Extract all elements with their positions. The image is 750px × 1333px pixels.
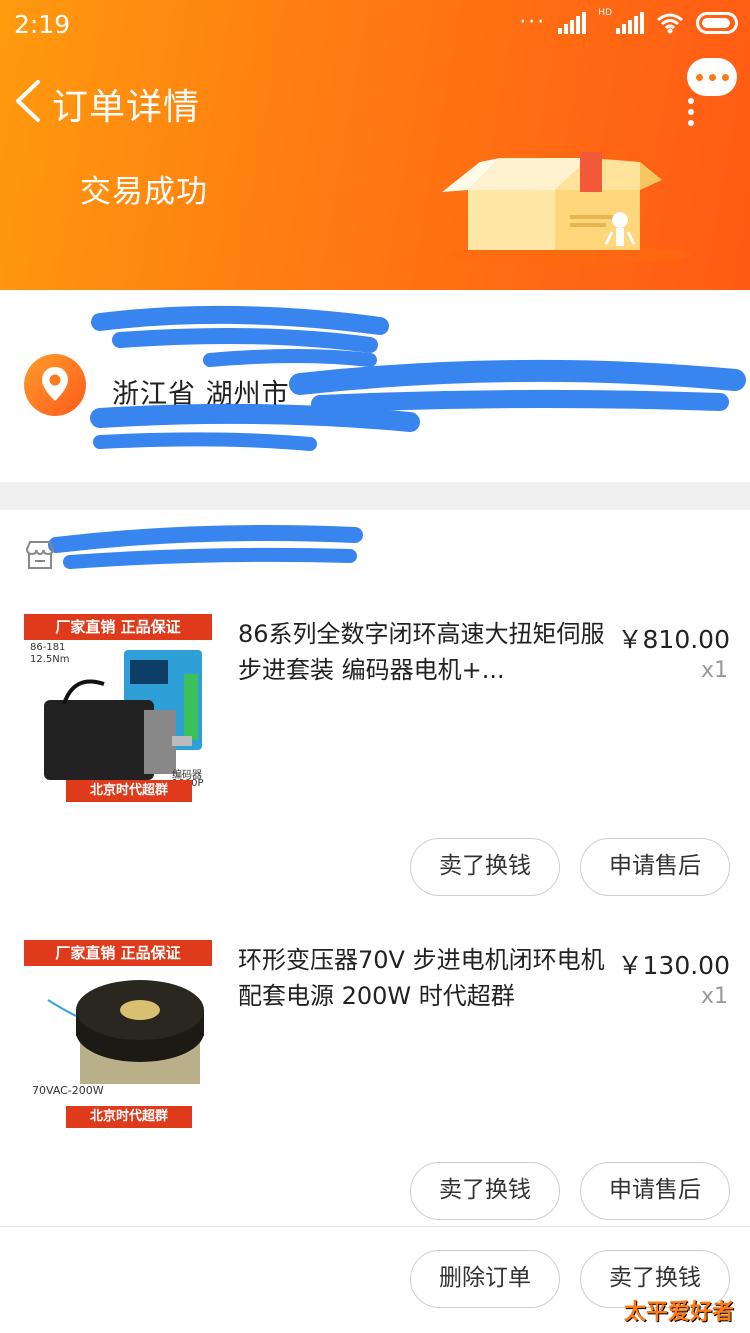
sell-button[interactable]: 卖了换钱 [410, 838, 560, 896]
transformer-picture [47, 980, 204, 1084]
image-banner: 厂家直销 正品保证 [24, 614, 212, 640]
product-image[interactable]: 厂家直销 正品保证 86-181 12.5Nm 编码器 1000P 北京时代超群 [24, 614, 212, 802]
product-price: ￥810.00 [617, 625, 730, 654]
bottom-divider [0, 1226, 750, 1227]
product-title[interactable]: 86系列全数字闭环高速大扭矩伺服步进套装 编码器电机+... [238, 616, 606, 688]
after-sales-button[interactable]: 申请售后 [580, 838, 730, 896]
product-quantity: x1 [700, 658, 728, 683]
shop-icon [25, 541, 55, 569]
servo-motor-picture [44, 650, 202, 780]
product-title[interactable]: 环形变压器70V 步进电机闭环电机配套电源 200W 时代超群 [238, 942, 606, 1014]
image-footer: 北京时代超群 [66, 1106, 192, 1128]
product-price: ￥130.00 [617, 951, 730, 980]
product-image[interactable]: 厂家直销 正品保证 70VAC-200W 北京时代超群 [24, 940, 212, 1128]
redaction-scribble [48, 305, 746, 569]
image-tag: 70VAC-200W [32, 1084, 104, 1097]
sell-button[interactable]: 卖了换钱 [410, 1162, 560, 1220]
image-footer: 北京时代超群 [66, 780, 192, 802]
delete-order-button[interactable]: 删除订单 [410, 1250, 560, 1308]
image-banner: 厂家直销 正品保证 [24, 940, 212, 966]
product-quantity: x1 [700, 984, 728, 1009]
section-divider [0, 482, 750, 510]
watermark-logo: 太平爱好者 [623, 1300, 734, 1325]
after-sales-button[interactable]: 申请售后 [580, 1162, 730, 1220]
